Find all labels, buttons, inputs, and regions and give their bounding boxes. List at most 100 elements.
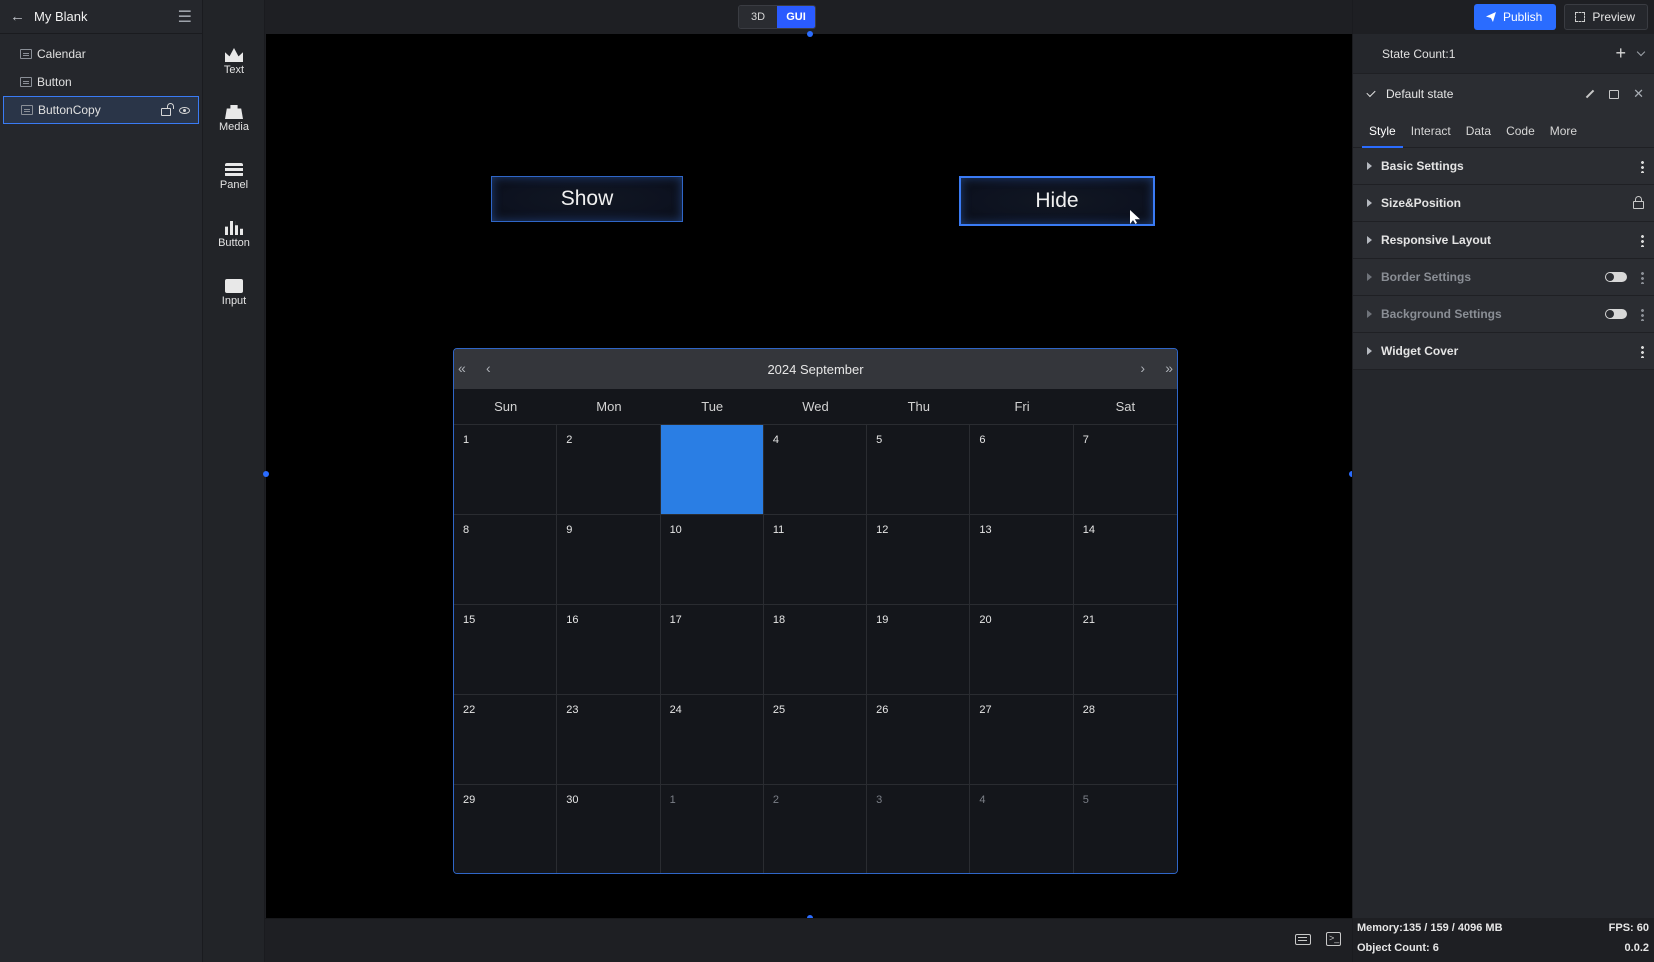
resize-handle-left[interactable] bbox=[263, 471, 269, 477]
default-state-row[interactable]: Default state ✕ bbox=[1353, 74, 1654, 114]
calendar-day[interactable]: 8 bbox=[454, 515, 558, 605]
section-basic-settings[interactable]: Basic Settings bbox=[1353, 148, 1654, 185]
calendar-day[interactable]: 2 bbox=[763, 785, 868, 873]
chevron-down-icon[interactable] bbox=[1636, 47, 1646, 57]
calendar-day[interactable]: 24 bbox=[660, 695, 764, 785]
copy-icon[interactable] bbox=[1609, 89, 1620, 99]
calendar-day[interactable]: 21 bbox=[1073, 605, 1177, 695]
close-icon[interactable]: ✕ bbox=[1633, 86, 1644, 102]
caret-right-icon bbox=[1367, 347, 1372, 355]
section-widget-cover[interactable]: Widget Cover bbox=[1353, 333, 1654, 370]
unlock-icon[interactable] bbox=[161, 107, 171, 116]
more-dots-icon[interactable] bbox=[1641, 270, 1644, 284]
section-size-position[interactable]: Size&Position bbox=[1353, 185, 1654, 222]
mode-gui-button[interactable]: GUI bbox=[777, 6, 815, 28]
calendar-day[interactable]: 17 bbox=[660, 605, 764, 695]
design-canvas[interactable]: Show Hide « ‹ 2024 September › » Sun Mon… bbox=[263, 31, 1355, 921]
calendar-day[interactable]: 1 bbox=[454, 425, 558, 515]
mode-3d-button[interactable]: 3D bbox=[739, 6, 777, 28]
hamburger-menu-icon[interactable]: ☰ bbox=[178, 7, 192, 27]
resize-handle-top[interactable] bbox=[807, 31, 813, 37]
component-label: Panel bbox=[219, 179, 249, 191]
calendar-day[interactable]: 28 bbox=[1073, 695, 1177, 785]
add-state-icon[interactable]: + bbox=[1615, 43, 1626, 64]
layer-widget-icon bbox=[20, 49, 32, 59]
preview-button[interactable]: Preview bbox=[1564, 4, 1648, 30]
calendar-day[interactable]: 19 bbox=[867, 605, 971, 695]
toggle-switch[interactable] bbox=[1605, 272, 1627, 282]
more-dots-icon[interactable] bbox=[1641, 159, 1644, 173]
calendar-day[interactable]: 20 bbox=[970, 605, 1074, 695]
tab-data[interactable]: Data bbox=[1466, 114, 1491, 148]
media-bag-icon bbox=[225, 105, 243, 119]
calendar-day[interactable]: 4 bbox=[970, 785, 1074, 873]
calendar-day[interactable]: 16 bbox=[557, 605, 661, 695]
show-button[interactable]: Show bbox=[491, 176, 683, 222]
weekday-label: Sun bbox=[494, 399, 518, 414]
more-dots-icon[interactable] bbox=[1641, 307, 1644, 321]
calendar-day[interactable]: 14 bbox=[1073, 515, 1177, 605]
calendar-day[interactable]: 11 bbox=[763, 515, 868, 605]
back-arrow-icon[interactable]: ← bbox=[10, 8, 26, 25]
calendar-day[interactable]: 7 bbox=[1073, 425, 1177, 515]
calendar-day[interactable]: 15 bbox=[454, 605, 558, 695]
layer-item-button[interactable]: Button bbox=[0, 68, 202, 96]
calendar-day[interactable]: 9 bbox=[557, 515, 661, 605]
calendar-title: 2024 September bbox=[767, 361, 864, 377]
project-title: My Blank bbox=[34, 9, 88, 24]
layer-label: ButtonCopy bbox=[38, 103, 101, 117]
calendar-day[interactable]: 23 bbox=[557, 695, 661, 785]
top-actions: Publish Preview bbox=[1353, 0, 1654, 34]
next-year-icon[interactable]: » bbox=[1165, 360, 1173, 376]
tab-code[interactable]: Code bbox=[1506, 114, 1535, 148]
section-border-settings[interactable]: Border Settings bbox=[1353, 259, 1654, 296]
calendar-day[interactable]: 30 bbox=[557, 785, 661, 873]
component-button[interactable]: Button bbox=[203, 221, 265, 249]
tab-style[interactable]: Style bbox=[1362, 114, 1403, 148]
next-month-icon[interactable]: › bbox=[1140, 360, 1145, 376]
eye-icon[interactable] bbox=[179, 106, 190, 114]
tab-more[interactable]: More bbox=[1550, 114, 1577, 148]
calendar-day[interactable]: 4 bbox=[763, 425, 868, 515]
calendar-day[interactable]: 22 bbox=[454, 695, 558, 785]
calendar-day[interactable]: 25 bbox=[763, 695, 868, 785]
component-text[interactable]: Text bbox=[203, 48, 265, 76]
calendar-day[interactable]: 26 bbox=[867, 695, 971, 785]
calendar-day[interactable]: 29 bbox=[454, 785, 558, 873]
panel-icon bbox=[225, 163, 243, 177]
button-chart-icon bbox=[225, 221, 243, 235]
calendar-day[interactable]: 3 bbox=[867, 785, 971, 873]
calendar-day[interactable]: 6 bbox=[970, 425, 1074, 515]
calendar-day[interactable]: 2 bbox=[557, 425, 661, 515]
calendar-day[interactable]: 10 bbox=[660, 515, 764, 605]
publish-button[interactable]: Publish bbox=[1473, 4, 1557, 30]
edit-icon[interactable] bbox=[1585, 89, 1595, 99]
prev-year-icon[interactable]: « bbox=[458, 360, 466, 376]
calendar-day-selected[interactable]: 3 bbox=[660, 425, 764, 515]
status-stats: Memory:135 / 159 / 4096 MB FPS: 60 Objec… bbox=[1353, 918, 1654, 962]
more-dots-icon[interactable] bbox=[1641, 344, 1644, 358]
layer-item-buttoncopy[interactable]: ButtonCopy bbox=[3, 96, 199, 124]
calendar-widget[interactable]: « ‹ 2024 September › » Sun Mon Tue Wed T… bbox=[453, 348, 1178, 874]
calendar-day[interactable]: 5 bbox=[1073, 785, 1177, 873]
calendar-day[interactable]: 12 bbox=[867, 515, 971, 605]
lock-icon[interactable] bbox=[1633, 196, 1644, 209]
calendar-day[interactable]: 18 bbox=[763, 605, 868, 695]
section-responsive-layout[interactable]: Responsive Layout bbox=[1353, 222, 1654, 259]
keyboard-icon[interactable] bbox=[1295, 934, 1311, 945]
more-dots-icon[interactable] bbox=[1641, 233, 1644, 247]
hide-button[interactable]: Hide bbox=[959, 176, 1155, 226]
terminal-icon[interactable]: >_ bbox=[1326, 932, 1341, 946]
prev-month-icon[interactable]: ‹ bbox=[486, 360, 491, 376]
section-background-settings[interactable]: Background Settings bbox=[1353, 296, 1654, 333]
component-panel[interactable]: Panel bbox=[203, 163, 265, 191]
calendar-day[interactable]: 13 bbox=[970, 515, 1074, 605]
tab-interact[interactable]: Interact bbox=[1411, 114, 1451, 148]
component-media[interactable]: Media bbox=[203, 105, 265, 133]
calendar-day[interactable]: 27 bbox=[970, 695, 1074, 785]
calendar-day[interactable]: 1 bbox=[660, 785, 764, 873]
calendar-day[interactable]: 5 bbox=[867, 425, 971, 515]
layer-item-calendar[interactable]: Calendar bbox=[0, 40, 202, 68]
toggle-switch[interactable] bbox=[1605, 309, 1627, 319]
component-input[interactable]: Input bbox=[203, 279, 265, 307]
